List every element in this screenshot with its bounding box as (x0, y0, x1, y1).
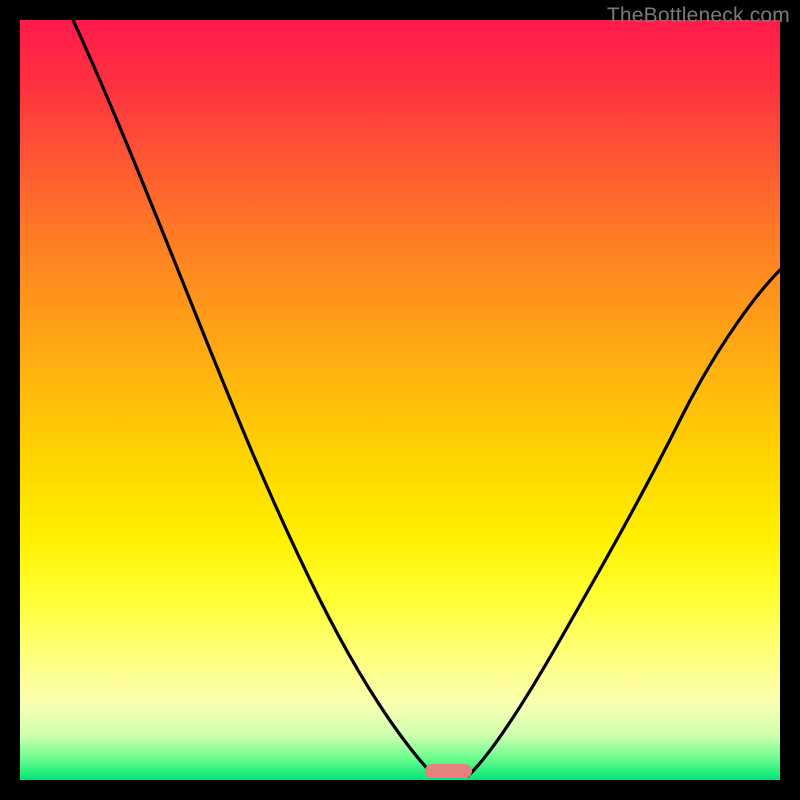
optimal-marker (425, 764, 472, 778)
plot-area (20, 20, 780, 780)
bottleneck-curve (20, 20, 780, 780)
curve-left (73, 20, 434, 776)
chart-frame: TheBottleneck.com (0, 0, 800, 800)
watermark-text: TheBottleneck.com (607, 4, 790, 28)
curve-right (468, 270, 780, 776)
